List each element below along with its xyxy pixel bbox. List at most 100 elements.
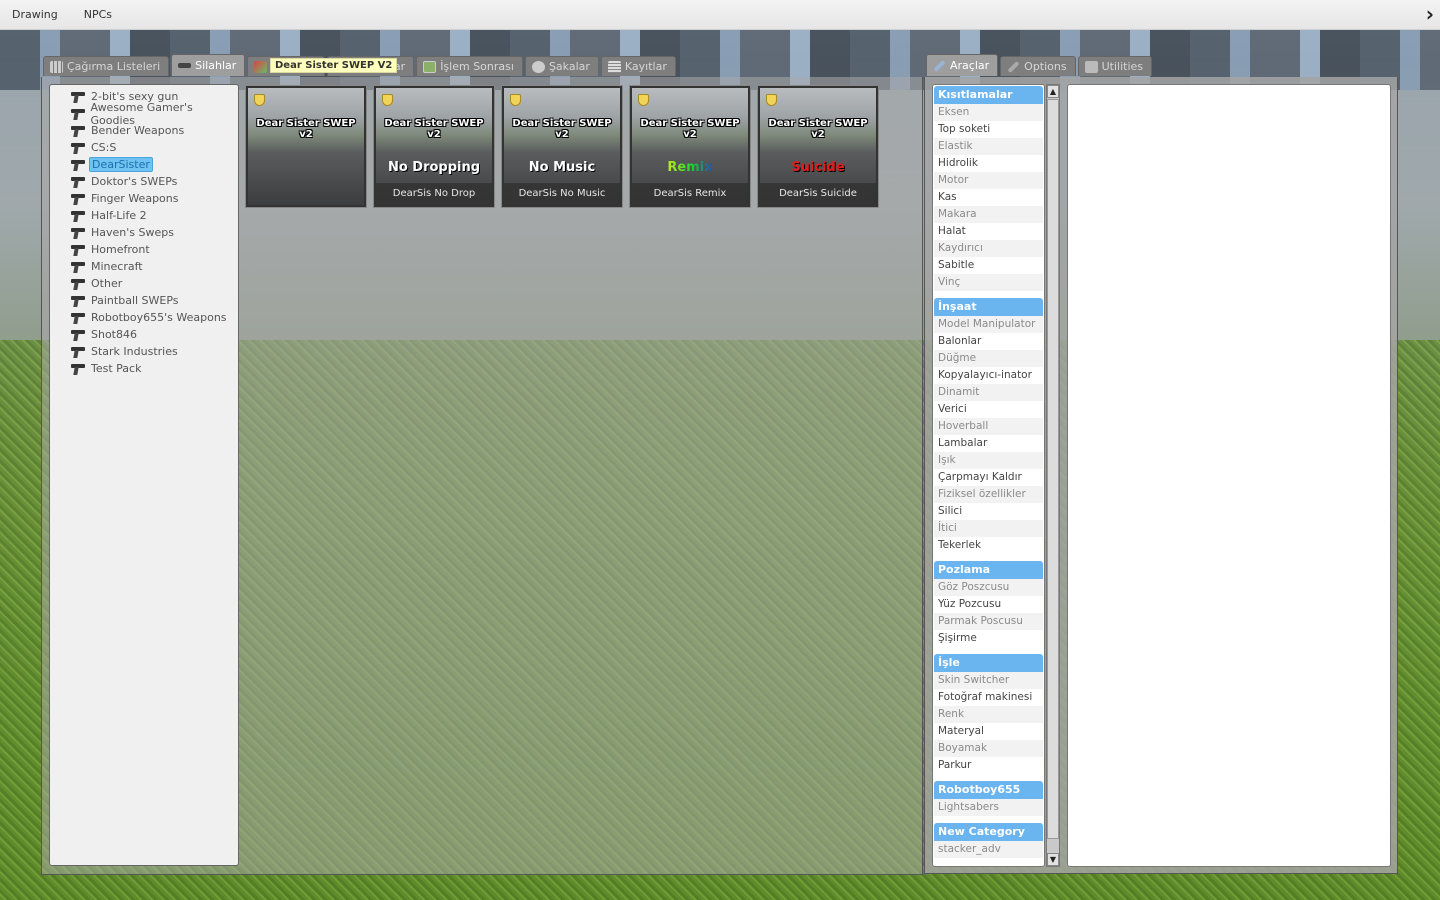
tab-spawnlists[interactable]: Çağırma Listeleri <box>43 56 170 76</box>
tool-category-header[interactable]: İnşaat <box>934 298 1043 316</box>
tool-item[interactable]: Halat <box>934 223 1043 240</box>
scroll-up-button[interactable]: ▲ <box>1047 85 1059 98</box>
tool-item[interactable]: Hoverball <box>934 418 1043 435</box>
tree-item[interactable]: Minecraft <box>50 258 238 275</box>
tool-item[interactable]: Model Manipulator <box>934 316 1043 333</box>
tree-item-label: Minecraft <box>91 260 143 273</box>
tab-utilities[interactable]: Utilities <box>1077 56 1153 76</box>
wrench-icon <box>933 59 946 72</box>
tree-item-label: Paintball SWEPs <box>91 294 179 307</box>
tool-item[interactable]: Kaydırıcı <box>934 240 1043 257</box>
gun-icon <box>70 90 86 103</box>
admin-shield-icon <box>510 94 521 106</box>
tool-item[interactable]: Elastik <box>934 138 1043 155</box>
gun-icon <box>70 362 86 375</box>
tool-item[interactable]: Materyal <box>934 723 1043 740</box>
chevron-right-icon[interactable]: › <box>1426 2 1434 26</box>
scroll-down-button[interactable]: ▼ <box>1047 853 1059 866</box>
category-gap <box>933 291 1044 297</box>
menu-drawing[interactable]: Drawing <box>12 8 58 21</box>
tab-options[interactable]: Options <box>1000 56 1076 76</box>
tree-item-label: Robotboy655's Weapons <box>91 311 227 324</box>
weapon-icon[interactable]: Dear Sister SWEP v2 Suicide DearSis Suicid… <box>757 85 879 208</box>
tab-postprocess[interactable]: İşlem Sonrası <box>416 56 523 76</box>
tool-item[interactable]: Parmak Poscusu <box>934 613 1043 630</box>
tool-item[interactable]: Vinç <box>934 274 1043 291</box>
tool-item[interactable]: Hidrolik <box>934 155 1043 172</box>
tool-category-header[interactable]: New Category <box>934 823 1043 841</box>
tab-tools[interactable]: Araçlar <box>926 54 999 76</box>
tool-category-header[interactable]: Kısıtlamalar <box>934 86 1043 104</box>
category-gap <box>933 774 1044 780</box>
tool-item[interactable]: Makara <box>934 206 1043 223</box>
tree-item[interactable]: CS:S <box>50 139 238 156</box>
tool-item[interactable]: Verici <box>934 401 1043 418</box>
tool-item[interactable]: Tekerlek <box>934 537 1043 554</box>
tool-item[interactable]: Skin Switcher <box>934 672 1043 689</box>
tool-item[interactable]: Şişirme <box>934 630 1043 647</box>
tool-category-header[interactable]: İşle <box>934 654 1043 672</box>
tree-item[interactable]: Finger Weapons <box>50 190 238 207</box>
tree-item[interactable]: Doktor's SWEPs <box>50 173 238 190</box>
scroll-thumb[interactable] <box>1047 99 1059 839</box>
context-menubar: Drawing NPCs › <box>0 0 1440 30</box>
tool-category-header[interactable]: Pozlama <box>934 561 1043 579</box>
tool-item[interactable]: Balonlar <box>934 333 1043 350</box>
tool-item[interactable]: Renk <box>934 706 1043 723</box>
tool-item[interactable]: Sabitle <box>934 257 1043 274</box>
tool-item[interactable]: stacker_adv <box>934 841 1043 858</box>
tool-item[interactable]: Göz Poszcusu <box>934 579 1043 596</box>
saves-icon <box>607 60 621 73</box>
tab-label: İşlem Sonrası <box>440 60 514 73</box>
tool-item[interactable]: Top soketi <box>934 121 1043 138</box>
tool-list-scrollbar[interactable]: ▲ ▼ <box>1046 84 1060 867</box>
tool-item[interactable]: Çarpmayı Kaldır <box>934 469 1043 486</box>
wrench-icon <box>1007 60 1020 73</box>
tree-item[interactable]: Homefront <box>50 241 238 258</box>
tool-item[interactable]: Eksen <box>934 104 1043 121</box>
tree-item[interactable]: Awesome Gamer's Goodies <box>50 101 238 127</box>
tool-item[interactable]: Işık <box>934 452 1043 469</box>
menu-npcs[interactable]: NPCs <box>84 8 112 21</box>
tree-item[interactable]: DearSister <box>50 156 238 173</box>
tree-item-label: Homefront <box>91 243 150 256</box>
tree-item[interactable]: Other <box>50 275 238 292</box>
tool-item[interactable]: Düğme <box>934 350 1043 367</box>
tree-item[interactable]: Paintball SWEPs <box>50 292 238 309</box>
weapon-icon[interactable]: Dear Sister SWEP v2 <box>245 85 367 208</box>
admin-shield-icon <box>766 94 777 106</box>
tool-category-header[interactable]: Robotboy655 <box>934 781 1043 799</box>
tab-label: Options <box>1024 60 1067 73</box>
gun-icon <box>70 124 86 137</box>
tool-item[interactable]: Motor <box>934 172 1043 189</box>
tool-item[interactable]: Kas <box>934 189 1043 206</box>
tool-item[interactable]: Boyamak <box>934 740 1043 757</box>
tab-weapons[interactable]: Silahlar <box>171 54 246 76</box>
weapon-title: Dear Sister SWEP v2 <box>640 118 740 140</box>
tree-item-label: Doktor's SWEPs <box>91 175 178 188</box>
weapon-icon[interactable]: Dear Sister SWEP v2 No Music DearSis No Mu… <box>501 85 623 208</box>
tool-item[interactable]: Fotoğraf makinesi <box>934 689 1043 706</box>
tool-item[interactable]: Fiziksel özellikler <box>934 486 1043 503</box>
tool-item[interactable]: Parkur <box>934 757 1043 774</box>
tool-item[interactable]: Kopyalayıcı-inator <box>934 367 1043 384</box>
tool-item[interactable]: Silici <box>934 503 1043 520</box>
tab-dupes[interactable]: Şakalar <box>524 56 599 76</box>
tool-item[interactable]: İtici <box>934 520 1043 537</box>
weapon-icon[interactable]: Dear Sister SWEP v2 Remix DearSis Remix <box>629 85 751 208</box>
tree-item[interactable]: Robotboy655's Weapons <box>50 309 238 326</box>
tab-saves[interactable]: Kayıtlar <box>600 56 676 76</box>
gun-icon <box>70 209 86 222</box>
tool-item[interactable]: Dinamit <box>934 384 1043 401</box>
tree-item[interactable]: Test Pack <box>50 360 238 377</box>
tool-item[interactable]: Yüz Pozcusu <box>934 596 1043 613</box>
tree-item[interactable]: Half-Life 2 <box>50 207 238 224</box>
tool-item[interactable]: Lambalar <box>934 435 1043 452</box>
tree-item[interactable]: Stark Industries <box>50 343 238 360</box>
weapon-icon[interactable]: Dear Sister SWEP v2 No Dropping DearSis No… <box>373 85 495 208</box>
tool-item[interactable]: Lightsabers <box>934 799 1043 816</box>
gun-icon <box>70 345 86 358</box>
tree-item[interactable]: Haven's Sweps <box>50 224 238 241</box>
tree-item[interactable]: Shot846 <box>50 326 238 343</box>
tool-settings-panel <box>1067 84 1391 867</box>
